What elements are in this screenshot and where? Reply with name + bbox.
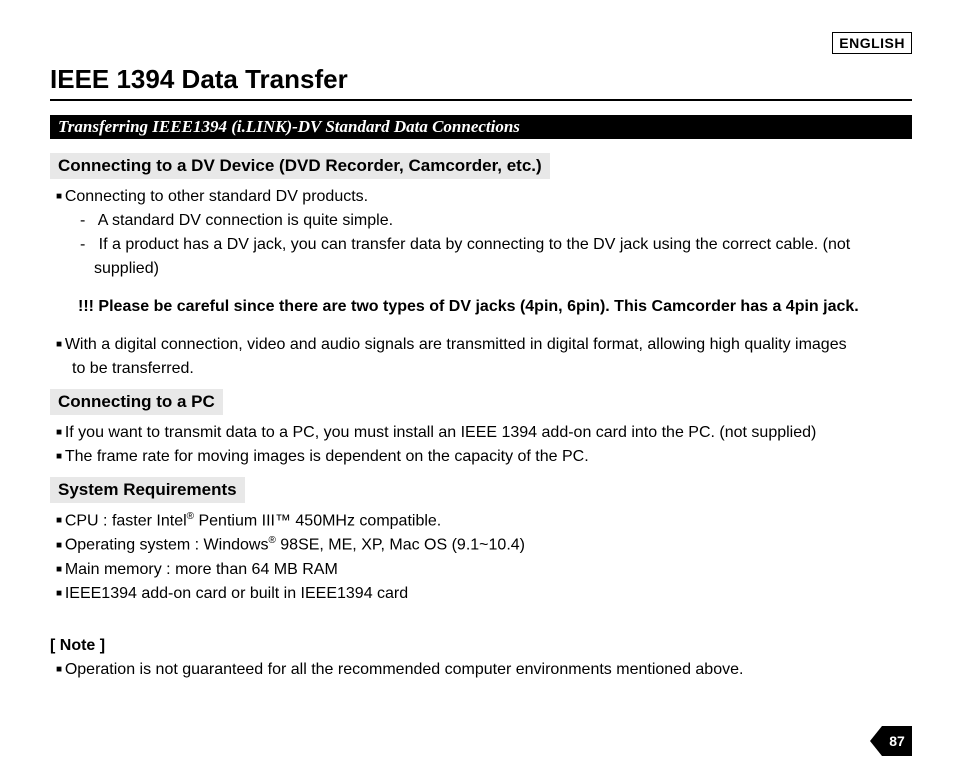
- bullet: The frame rate for moving images is depe…: [72, 445, 912, 469]
- subhead-sysreq: System Requirements: [50, 477, 245, 503]
- section-bar: Transferring IEEE1394 (i.LINK)-DV Standa…: [50, 115, 912, 139]
- bullet: Main memory : more than 64 MB RAM: [72, 558, 912, 582]
- dash-item: If a product has a DV jack, you can tran…: [94, 233, 912, 281]
- language-label: ENGLISH: [832, 32, 912, 54]
- dash-item: A standard DV connection is quite simple…: [94, 209, 912, 233]
- bullet: Operating system : Windows® 98SE, ME, XP…: [72, 533, 912, 557]
- bullet: If you want to transmit data to a PC, yo…: [72, 421, 912, 445]
- page-number: 87: [882, 726, 912, 756]
- subhead-dv-device: Connecting to a DV Device (DVD Recorder,…: [50, 153, 550, 179]
- bullet: Connecting to other standard DV products…: [72, 185, 912, 209]
- note-heading: [ Note ]: [50, 634, 912, 658]
- page-title: IEEE 1394 Data Transfer: [50, 64, 912, 101]
- subhead-pc: Connecting to a PC: [50, 389, 223, 415]
- bullet: CPU : faster Intel® Pentium III™ 450MHz …: [72, 509, 912, 533]
- bullet: With a digital connection, video and aud…: [72, 333, 912, 381]
- bullet: Operation is not guaranteed for all the …: [72, 658, 912, 682]
- warning-text: !!! Please be careful since there are tw…: [78, 295, 912, 319]
- bullet: IEEE1394 add-on card or built in IEEE139…: [72, 582, 912, 606]
